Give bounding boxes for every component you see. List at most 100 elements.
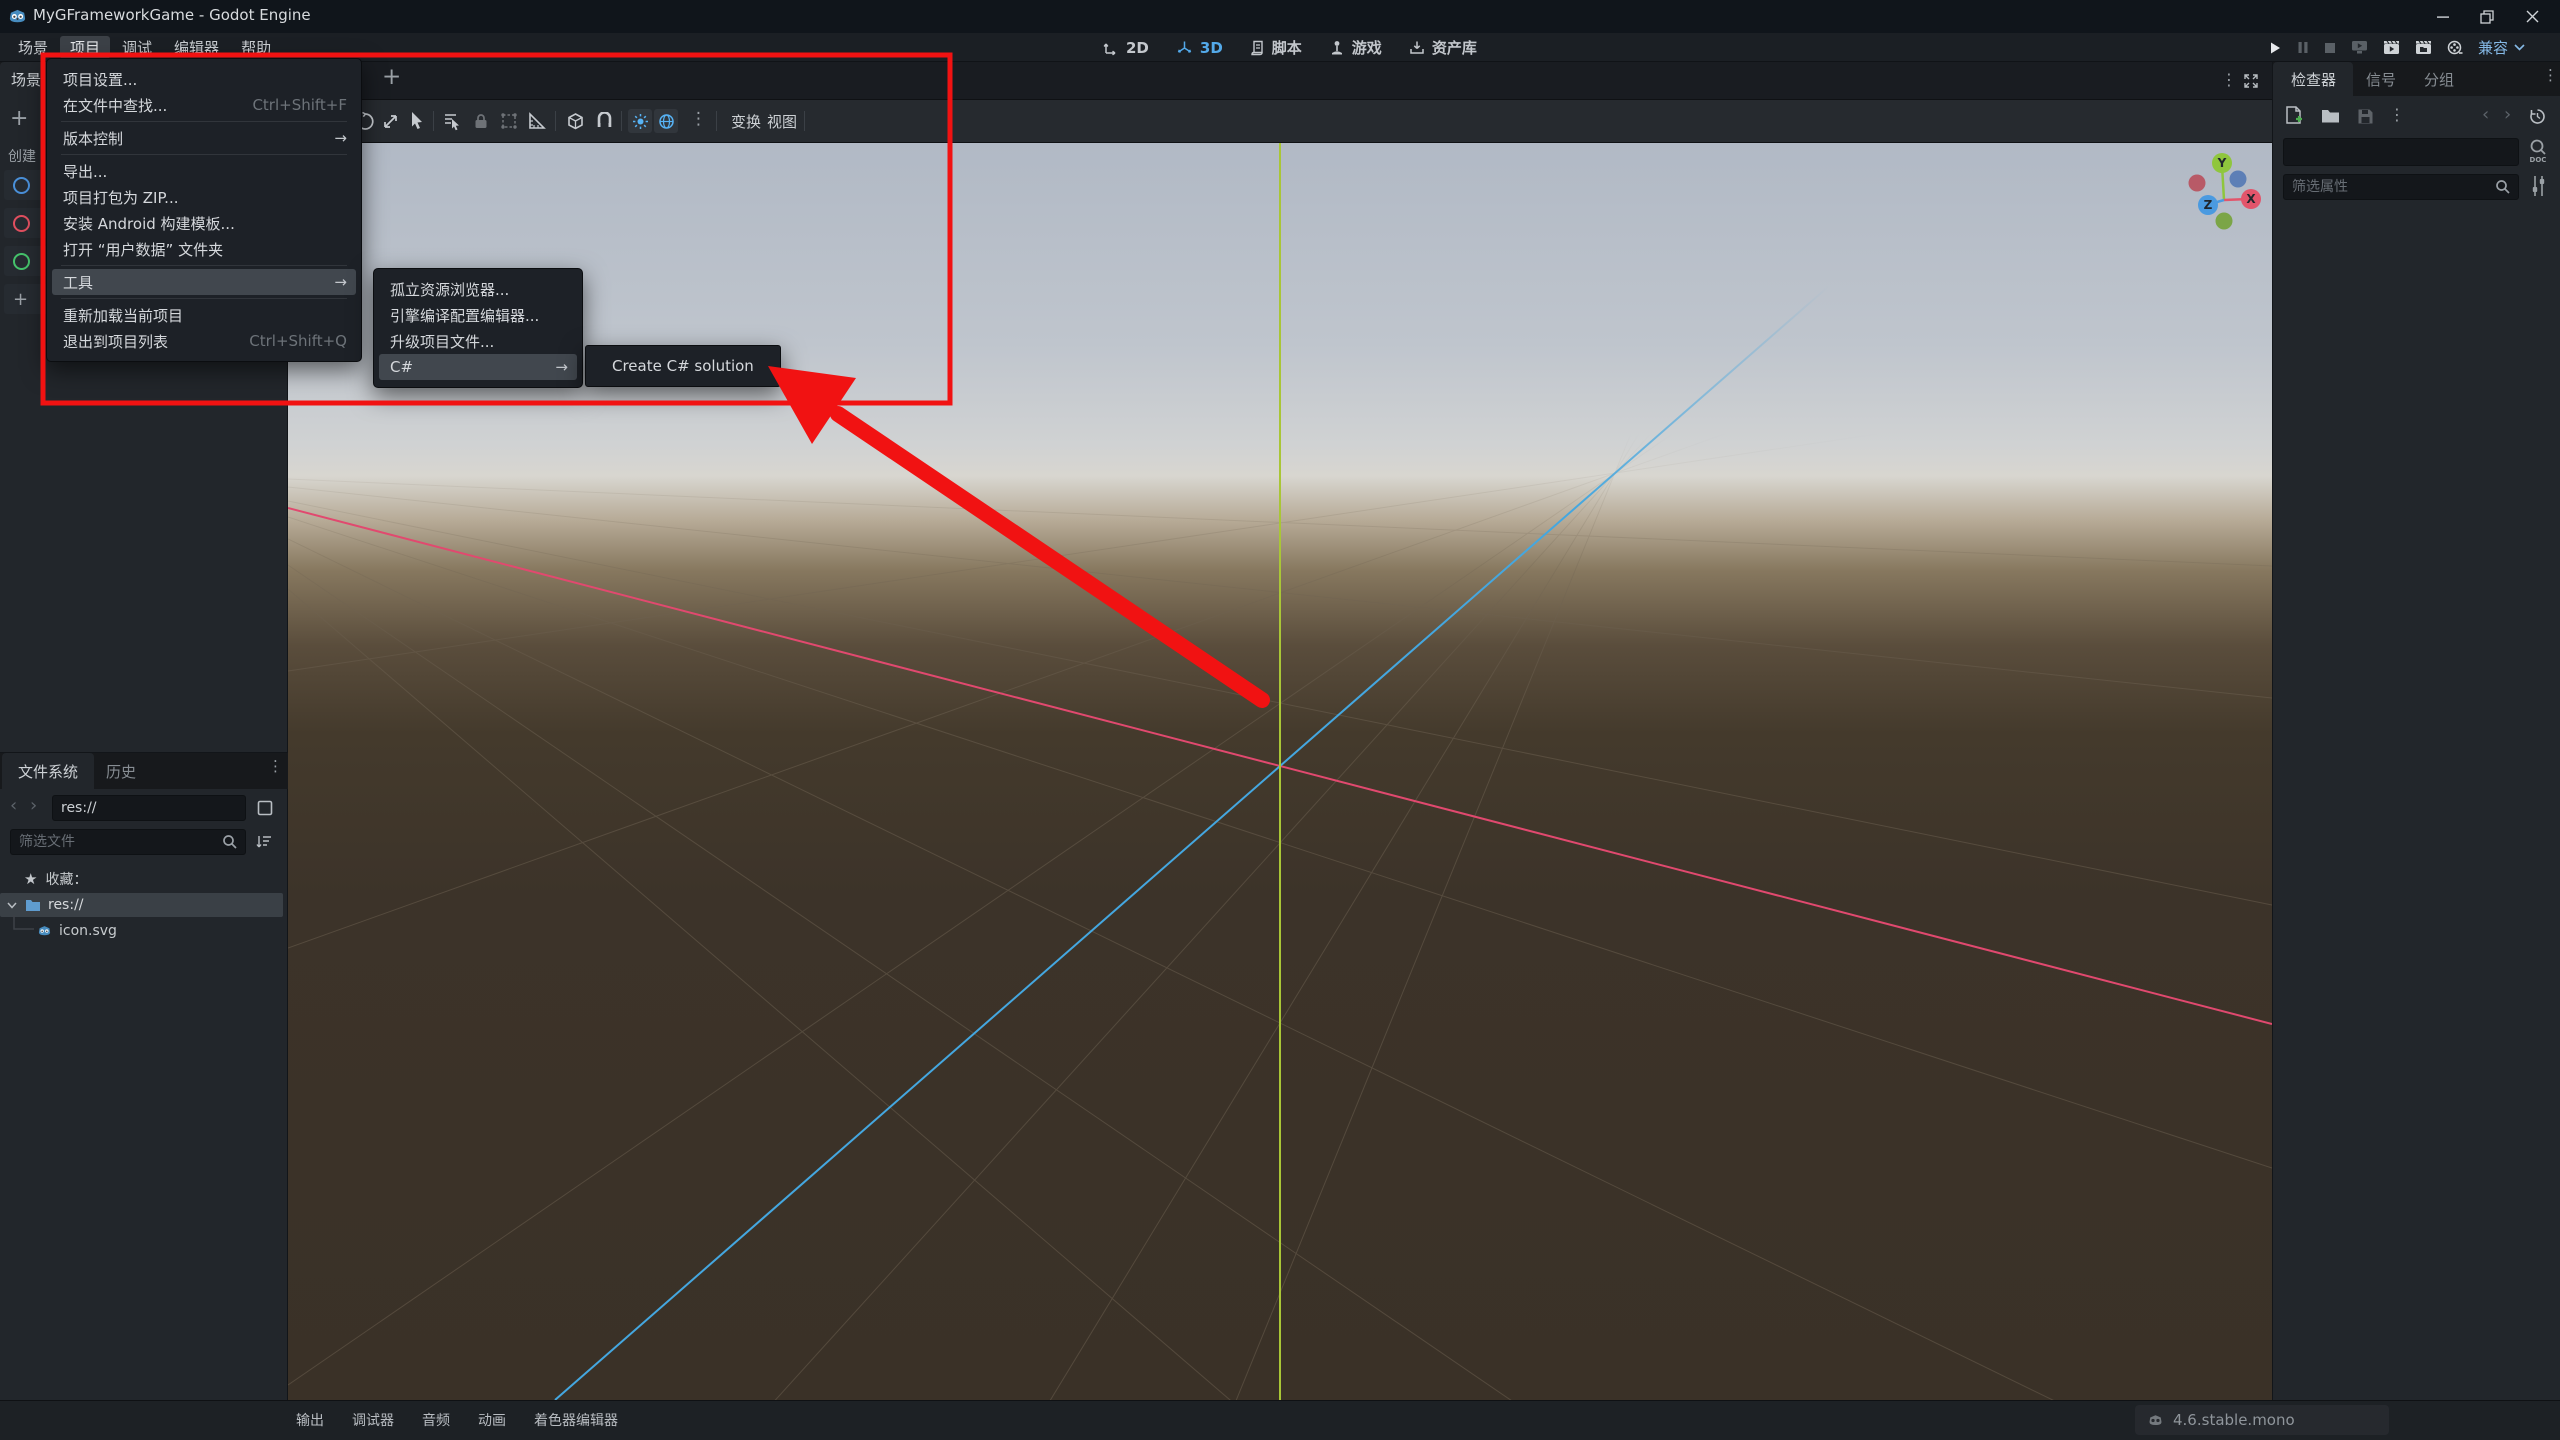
stop-button[interactable] bbox=[2324, 42, 2336, 54]
project-menu-item-3[interactable]: 版本控制 → bbox=[47, 125, 361, 151]
tree-row-root[interactable]: res:// bbox=[0, 893, 283, 917]
tools-menu-item-0[interactable]: 孤立资源浏览器... bbox=[374, 276, 582, 302]
preview-sunlight-toggle[interactable] bbox=[628, 109, 652, 133]
menu-bar-item-3[interactable]: 编辑器 bbox=[164, 36, 229, 59]
play-custom-scene-button[interactable] bbox=[2415, 40, 2432, 55]
bottom-tab-0[interactable]: 输出 bbox=[296, 1410, 324, 1430]
expand-viewport-icon[interactable] bbox=[2243, 73, 2259, 89]
lock-node-icon[interactable] bbox=[472, 112, 490, 130]
add-node-button[interactable]: + bbox=[10, 106, 28, 131]
project-menu-item-6[interactable]: 项目打包为 ZIP... bbox=[47, 184, 361, 210]
chevron-expand-icon[interactable] bbox=[7, 902, 17, 909]
tab-signals[interactable]: 信号 bbox=[2366, 69, 2396, 90]
new-resource-icon[interactable] bbox=[2284, 106, 2303, 126]
project-menu-item-8[interactable]: 打开 “用户数据” 文件夹 bbox=[47, 236, 361, 262]
save-resource-icon[interactable] bbox=[2357, 108, 2374, 125]
load-resource-folder-icon[interactable] bbox=[2321, 108, 2340, 124]
minimize-button[interactable] bbox=[2423, 0, 2463, 33]
inspector-back-icon[interactable]: ‹ bbox=[2482, 104, 2489, 125]
history-forward-icon[interactable]: › bbox=[30, 795, 37, 816]
version-label: 4.6.stable.mono bbox=[2173, 1411, 2295, 1429]
project-menu-item-13[interactable]: 退出到项目列表 Ctrl+Shift+Q bbox=[47, 328, 361, 354]
doc-search-icon[interactable]: DOC bbox=[2527, 138, 2549, 164]
inspector-menu-dots-icon[interactable]: ⋮ bbox=[2543, 68, 2558, 83]
gizmo-neg-y-ball[interactable] bbox=[2215, 212, 2233, 230]
menu-bar-item-1[interactable]: 项目 bbox=[60, 36, 111, 59]
preview-environment-toggle[interactable] bbox=[654, 109, 678, 133]
split-view-icon[interactable] bbox=[257, 800, 273, 816]
tab-inspector[interactable]: 检查器 bbox=[2273, 62, 2353, 96]
csharp-menu-item-0[interactable]: Create C# solution bbox=[586, 353, 780, 379]
history-back-icon[interactable]: ‹ bbox=[10, 795, 17, 816]
scene-tabs-menu-dots-icon[interactable]: ⋮ bbox=[2221, 72, 2237, 88]
select-mode-icon[interactable] bbox=[408, 111, 426, 131]
project-menu-item-1[interactable]: 在文件中查找... Ctrl+Shift+F bbox=[47, 92, 361, 118]
snap-magnet-icon[interactable] bbox=[595, 112, 614, 131]
pause-button[interactable] bbox=[2297, 41, 2309, 54]
resource-options-dots-icon[interactable]: ⋮ bbox=[2389, 107, 2405, 123]
bottom-tab-4[interactable]: 着色器编辑器 bbox=[534, 1410, 618, 1430]
local-coords-icon[interactable] bbox=[566, 112, 585, 131]
bottom-tab-2[interactable]: 音频 bbox=[422, 1410, 450, 1430]
inspector-tools-icon[interactable] bbox=[2530, 174, 2547, 198]
filesystem-menu-dots-icon[interactable]: ⋮ bbox=[268, 759, 283, 774]
scale-mode-icon[interactable] bbox=[381, 112, 400, 131]
tab-history[interactable]: 历史 bbox=[106, 761, 136, 782]
tab-filesystem[interactable]: 文件系统 bbox=[2, 753, 94, 789]
close-button[interactable] bbox=[2512, 0, 2552, 33]
list-select-icon[interactable] bbox=[443, 112, 462, 131]
project-menu-item-5[interactable]: 导出... bbox=[47, 158, 361, 184]
menu-separator bbox=[61, 265, 347, 266]
svg-text:DOC: DOC bbox=[2530, 156, 2547, 164]
menu-bar-item-0[interactable]: 场景 bbox=[8, 36, 58, 59]
new-scene-tab-button[interactable]: + bbox=[382, 64, 401, 90]
project-menu-item-0[interactable]: 项目设置... bbox=[47, 66, 361, 92]
favorites-row[interactable]: ★ 收藏： bbox=[0, 867, 288, 891]
group-node-icon[interactable] bbox=[500, 112, 518, 130]
restore-button[interactable] bbox=[2467, 0, 2507, 33]
filter-properties-input[interactable] bbox=[2283, 174, 2519, 200]
project-menu-item-12[interactable]: 重新加载当前项目 bbox=[47, 302, 361, 328]
bottom-tab-1[interactable]: 调试器 bbox=[352, 1410, 394, 1430]
viewport-toolbar: ⋮ 变换 视图 bbox=[288, 100, 2272, 143]
search-icon bbox=[2496, 180, 2510, 194]
tools-menu-item-1[interactable]: 引擎编译配置编辑器... bbox=[374, 302, 582, 328]
bottom-tab-3[interactable]: 动画 bbox=[478, 1410, 506, 1430]
tab-game[interactable]: 游戏 bbox=[1329, 37, 1382, 58]
view-options-dots-icon[interactable]: ⋮ bbox=[690, 111, 707, 128]
remote-debug-button[interactable] bbox=[2351, 40, 2368, 55]
tab-assetlib[interactable]: 资产库 bbox=[1409, 37, 1477, 58]
main-menu-bar: 场景 项目 调试 编辑器 帮助 2D 3D 脚本 游戏 资产库 兼容 bbox=[0, 33, 2560, 62]
gizmo-neg-x-ball[interactable] bbox=[2188, 174, 2206, 192]
tree-file-label: icon.svg bbox=[59, 923, 117, 939]
renderer-dropdown[interactable]: 兼容 bbox=[2478, 37, 2525, 58]
play-scene-button[interactable] bbox=[2383, 40, 2400, 55]
play-button[interactable] bbox=[2268, 41, 2282, 55]
viewport-3d[interactable]: Y X Z bbox=[288, 143, 2272, 1400]
inspector-dock: 检查器 信号 分组 ⋮ ⋮ ‹ › DOC bbox=[2272, 62, 2560, 1400]
view-menu[interactable]: 视图 bbox=[761, 108, 803, 135]
godot-version-icon bbox=[2149, 1414, 2162, 1425]
tab-groups[interactable]: 分组 bbox=[2424, 69, 2454, 90]
ruler-mode-icon[interactable] bbox=[527, 112, 546, 131]
tools-menu-item-3[interactable]: C# → bbox=[379, 354, 577, 380]
history-icon[interactable] bbox=[2529, 108, 2546, 125]
script-icon bbox=[1251, 40, 1263, 55]
gizmo-neg-z-ball[interactable] bbox=[2229, 170, 2247, 188]
tab-script[interactable]: 脚本 bbox=[1250, 37, 1302, 58]
movie-maker-button[interactable] bbox=[2447, 40, 2463, 56]
tree-row-file[interactable]: icon.svg bbox=[0, 915, 288, 943]
menu-bar-item-4[interactable]: 帮助 bbox=[231, 36, 281, 59]
tab-2d[interactable]: 2D bbox=[1103, 39, 1149, 57]
inspector-forward-icon[interactable]: › bbox=[2504, 104, 2511, 125]
path-input[interactable] bbox=[52, 795, 246, 821]
filter-files-input[interactable] bbox=[10, 829, 246, 855]
tools-menu-item-2[interactable]: 升级项目文件... bbox=[374, 328, 582, 354]
project-menu-item-10[interactable]: 工具 → bbox=[52, 269, 356, 295]
menu-bar-item-2[interactable]: 调试 bbox=[112, 36, 162, 59]
tab-3d[interactable]: 3D bbox=[1176, 39, 1223, 57]
submenu-arrow-icon: → bbox=[334, 273, 347, 291]
version-badge[interactable]: 4.6.stable.mono bbox=[2135, 1405, 2389, 1435]
project-menu-item-7[interactable]: 安装 Android 构建模板... bbox=[47, 210, 361, 236]
sort-icon[interactable] bbox=[256, 833, 273, 850]
